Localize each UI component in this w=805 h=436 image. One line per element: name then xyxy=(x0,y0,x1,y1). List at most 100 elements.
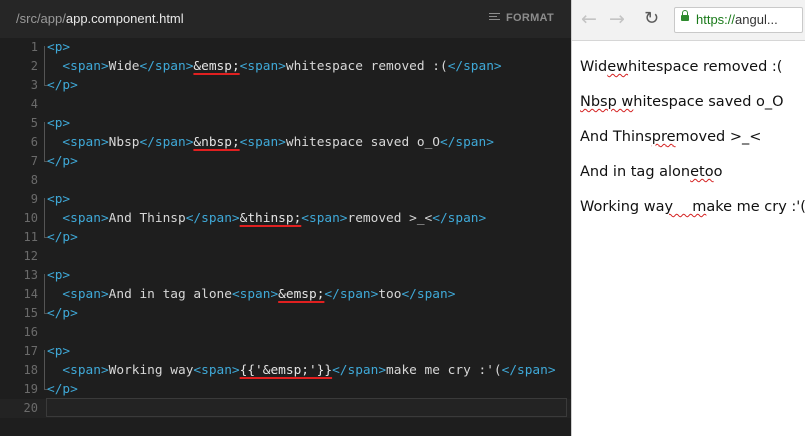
code-line[interactable]: 13 <p> xyxy=(0,266,571,285)
code-text: <p> xyxy=(47,114,70,133)
line-number: 8 xyxy=(30,173,38,187)
code-text: </p> xyxy=(47,380,78,399)
browser-window: ← → ↻ https://angul... Widewhitespace re… xyxy=(571,0,805,436)
code-tag: </span> xyxy=(501,363,556,378)
code-text: <span>And Thinsp</span>&thinsp;<span>rem… xyxy=(47,209,486,228)
browser-toolbar: ← → ↻ https://angul... xyxy=(572,0,805,41)
line-number: 20 xyxy=(23,401,38,415)
code-text: </p> xyxy=(47,228,78,247)
forward-arrow-icon[interactable]: → xyxy=(609,9,625,29)
address-bar[interactable]: https://angul... xyxy=(674,7,803,33)
code-text: <span>And in tag alone<span>&emsp;</span… xyxy=(47,285,455,304)
code-area[interactable]: 1 <p> 2 <span>Wide</span>&emsp;<span>white… xyxy=(0,38,571,418)
preview-paragraph: And Thinspremoved >_< xyxy=(580,129,805,164)
preview-text: Working wa xyxy=(580,199,665,215)
code-token: Working way xyxy=(108,363,194,378)
code-tag: <p> xyxy=(47,116,71,131)
line-number: 19 xyxy=(23,382,38,396)
spellcheck-underline-text: pre xyxy=(651,129,676,145)
code-line[interactable]: 5 <p> xyxy=(0,114,571,133)
back-arrow-icon[interactable]: ← xyxy=(581,9,597,29)
format-icon xyxy=(488,13,500,22)
line-number: 12 xyxy=(23,249,38,263)
preview-paragraph: Widewhitespace removed :( xyxy=(580,59,805,94)
code-line[interactable]: 14 <span>And in tag alone<span>&emsp;</s… xyxy=(0,285,571,304)
code-line[interactable]: 19 </p> xyxy=(0,380,571,399)
preview-text: hitespace removed :( xyxy=(628,59,783,75)
code-entity: {{'&emsp;'}} xyxy=(239,363,333,378)
code-entity: &emsp; xyxy=(193,59,240,74)
rendered-page: Widewhitespace removed :(Nbsp whitespace… xyxy=(580,59,805,234)
code-line[interactable]: 18 <span>Working way<span>{{'&emsp;'}}</… xyxy=(0,361,571,380)
code-entity: &thinsp; xyxy=(239,211,302,226)
code-line[interactable]: 17 <p> xyxy=(0,342,571,361)
code-line[interactable]: 1 <p> xyxy=(0,38,571,57)
format-button[interactable]: FORMAT xyxy=(488,12,554,24)
line-number: 14 xyxy=(23,287,38,301)
code-tag: <p> xyxy=(47,344,71,359)
code-tag: </p> xyxy=(47,230,78,245)
code-text: </p> xyxy=(47,76,78,95)
line-number: 18 xyxy=(23,363,38,377)
code-tag: </p> xyxy=(47,78,78,93)
line-number: 15 xyxy=(23,306,38,320)
code-text: <p> xyxy=(47,190,70,209)
code-line[interactable]: 8 xyxy=(0,171,571,190)
code-token: make me cry :'( xyxy=(386,363,502,378)
code-line[interactable]: 12 xyxy=(0,247,571,266)
code-tag: <span> xyxy=(62,287,109,302)
code-tag: <span> xyxy=(62,211,109,226)
spellcheck-underline-text: ew xyxy=(607,59,629,75)
file-path: /src/app/app.component.html xyxy=(16,11,184,26)
code-text: </p> xyxy=(47,152,78,171)
preview-text: ake me cry :'( xyxy=(706,199,805,215)
code-token: Nbsp xyxy=(108,135,140,150)
code-tag: <p> xyxy=(47,268,71,283)
code-token: too xyxy=(378,287,402,302)
code-line[interactable]: 4 xyxy=(0,95,571,114)
preview-paragraph: Nbsp whitespace saved o_O xyxy=(580,94,805,129)
code-line[interactable]: 11 </p> xyxy=(0,228,571,247)
preview-paragraph: Working way make me cry :'( xyxy=(580,199,805,234)
code-token: And in tag alone xyxy=(108,287,232,302)
line-number: 6 xyxy=(30,135,38,149)
code-line[interactable]: 15 </p> xyxy=(0,304,571,323)
code-tag: </span> xyxy=(332,363,387,378)
code-tag: <span> xyxy=(62,135,109,150)
code-entity: &emsp; xyxy=(278,287,325,302)
reload-icon[interactable]: ↻ xyxy=(644,9,659,29)
code-text: <p> xyxy=(47,342,70,361)
code-text: </p> xyxy=(47,304,78,323)
code-token: removed >_< xyxy=(347,211,433,226)
code-tag: </span> xyxy=(324,287,379,302)
line-number: 2 xyxy=(30,59,38,73)
line-number: 17 xyxy=(23,344,38,358)
code-line[interactable]: 10 <span>And Thinsp</span>&thinsp;<span>… xyxy=(0,209,571,228)
code-line[interactable]: 6 <span>Nbsp</span>&nbsp;<span>whitespac… xyxy=(0,133,571,152)
code-line[interactable]: 9 <p> xyxy=(0,190,571,209)
code-line[interactable]: 7 </p> xyxy=(0,152,571,171)
line-number: 10 xyxy=(23,211,38,225)
line-number: 11 xyxy=(23,230,38,244)
code-line[interactable]: 20 xyxy=(0,398,571,418)
line-number: 13 xyxy=(23,268,38,282)
code-tag: </span> xyxy=(447,59,502,74)
code-tag: <span> xyxy=(62,363,109,378)
code-entity: &nbsp; xyxy=(193,135,240,150)
url-text: https://angul... xyxy=(696,12,778,27)
code-line[interactable]: 3 </p> xyxy=(0,76,571,95)
code-tag: </span> xyxy=(139,135,194,150)
code-text xyxy=(46,398,567,417)
code-tag: <span> xyxy=(193,363,240,378)
code-tag: </span> xyxy=(185,211,240,226)
code-line[interactable]: 2 <span>Wide</span>&emsp;<span>whitespac… xyxy=(0,57,571,76)
line-number: 16 xyxy=(23,325,38,339)
preview-text: o xyxy=(713,164,723,180)
line-number: 3 xyxy=(30,78,38,92)
code-tag: </span> xyxy=(139,59,194,74)
file-name: app.component.html xyxy=(65,11,184,26)
code-tag: <span> xyxy=(239,59,286,74)
code-line[interactable]: 16 xyxy=(0,323,571,342)
